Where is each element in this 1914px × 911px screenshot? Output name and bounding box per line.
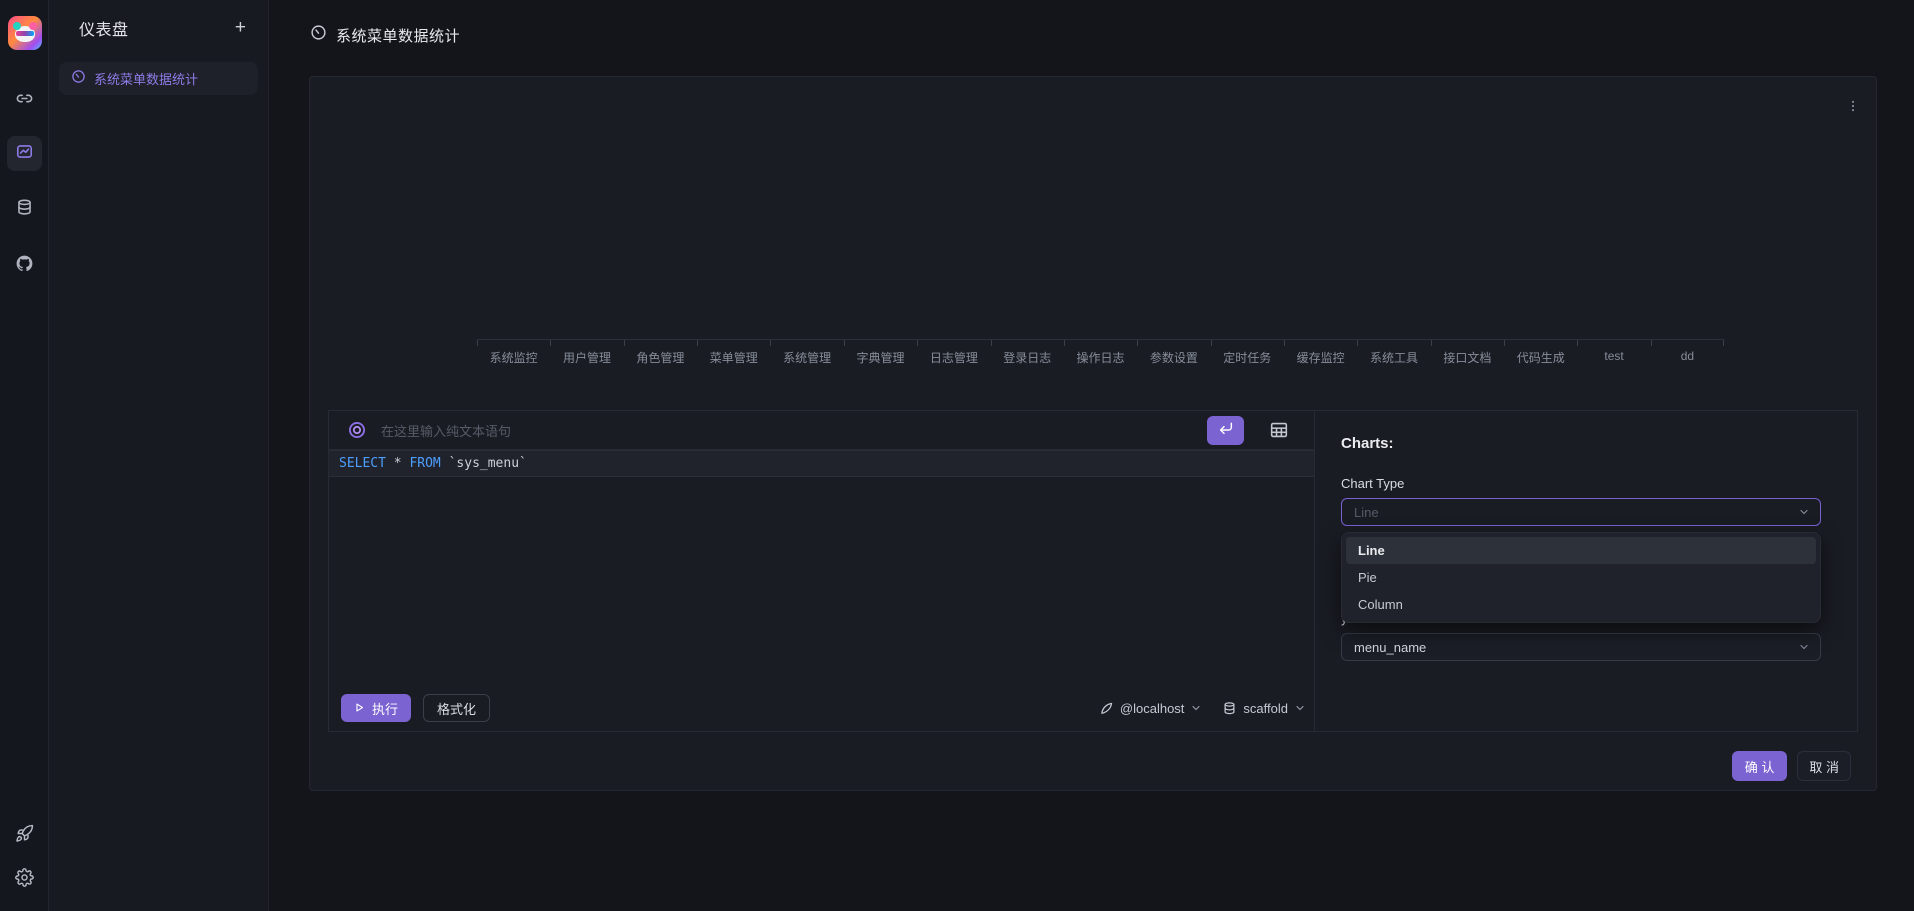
sql-code-line[interactable]: SELECT * FROM `sys_menu`: [329, 450, 1314, 477]
sql-token: FROM: [409, 456, 440, 471]
charts-config-panel: Charts: Chart Type Line yAxis menu_name …: [1315, 411, 1857, 731]
run-button[interactable]: 执行: [341, 694, 411, 722]
kebab-menu-icon[interactable]: [1842, 95, 1864, 117]
dashboard-chart-icon: [15, 142, 34, 166]
x-axis-category-label: 系统管理: [770, 340, 843, 369]
x-axis-category-label: 日志管理: [917, 340, 990, 369]
icon-rail: [0, 0, 49, 911]
rail-item-connections[interactable]: [7, 83, 42, 118]
dropdown-option[interactable]: Column: [1346, 591, 1816, 618]
x-axis-category-label: 代码生成: [1504, 340, 1577, 369]
app-logo[interactable]: [8, 16, 42, 50]
ai-prompt-icon: [347, 420, 367, 440]
chevron-down-icon: [1798, 641, 1810, 653]
chevron-down-icon: [1798, 506, 1810, 518]
yaxis-select[interactable]: menu_name: [1341, 633, 1821, 661]
github-icon: [15, 254, 34, 278]
sidebar-title: 仪表盘: [79, 16, 129, 40]
x-axis-category-label: 接口文档: [1431, 340, 1504, 369]
gear-icon: [15, 868, 34, 892]
rail-item-rocket[interactable]: [7, 818, 42, 853]
gauge-icon: [71, 69, 86, 89]
chart-type-dropdown: LinePieColumn: [1341, 532, 1821, 623]
panel-footer: 确 认 取 消: [1732, 751, 1851, 781]
chevron-down-icon: [1294, 702, 1306, 714]
panda-logo-glasses: [16, 31, 34, 36]
sql-token: `sys_menu`: [441, 456, 527, 471]
nl-prompt-input[interactable]: 在这里输入纯文本语句: [381, 421, 1193, 440]
x-axis-category-label: 定时任务: [1211, 340, 1284, 369]
x-axis-category-label: dd: [1651, 340, 1724, 369]
sidebar-item-label: 系统菜单数据统计: [94, 69, 198, 88]
x-axis-category-label: 缓存监控: [1284, 340, 1357, 369]
rail-item-dashboard[interactable]: [7, 136, 42, 171]
x-axis-category-label: test: [1577, 340, 1650, 369]
chart-type-label: Chart Type: [1341, 476, 1821, 491]
sql-token: SELECT: [339, 456, 386, 471]
connection-label: @localhost: [1120, 701, 1185, 716]
sidebar-item-dashboard-entry[interactable]: 系统菜单数据统计: [59, 62, 258, 95]
dropdown-option[interactable]: Line: [1346, 537, 1816, 564]
sql-token: *: [386, 456, 409, 471]
x-axis-category-label: 参数设置: [1137, 340, 1210, 369]
yaxis-value: menu_name: [1354, 640, 1426, 655]
x-axis-category-label: 用户管理: [550, 340, 623, 369]
x-axis-category-label: 菜单管理: [697, 340, 770, 369]
gauge-icon: [310, 24, 327, 46]
x-axis-category-label: 系统工具: [1357, 340, 1430, 369]
charts-panel-title: Charts:: [1341, 435, 1821, 452]
rail-item-github[interactable]: [7, 248, 42, 283]
connection-icon: [1099, 701, 1114, 716]
database-icon: [1222, 701, 1237, 716]
database-selector[interactable]: scaffold: [1222, 701, 1306, 716]
x-axis-category-label: 字典管理: [844, 340, 917, 369]
chart-type-value: Line: [1354, 505, 1379, 520]
page-header: 系统菜单数据统计: [310, 24, 460, 46]
submit-prompt-button[interactable]: [1207, 416, 1244, 445]
format-button-label: 格式化: [437, 699, 476, 718]
enter-return-icon: [1218, 420, 1234, 441]
x-axis-category-label: 角色管理: [624, 340, 697, 369]
run-button-label: 执行: [372, 699, 398, 718]
chevron-down-icon: [1190, 702, 1202, 714]
rail-item-database[interactable]: [7, 192, 42, 227]
database-icon: [15, 198, 34, 222]
sql-editor: 在这里输入纯文本语句 SELECT * FROM `sys_menu`: [329, 411, 1315, 731]
main-area: 系统菜单数据统计 系统监控用户管理角色管理菜单管理系统管理字典管理日志管理登录日…: [269, 0, 1914, 911]
cancel-button[interactable]: 取 消: [1797, 751, 1851, 781]
x-axis-category-label: 登录日志: [991, 340, 1064, 369]
editor-footer: 执行 格式化 @localhost scaffold: [341, 694, 1306, 722]
sidebar-header: 仪表盘 +: [49, 0, 268, 40]
database-label: scaffold: [1243, 701, 1288, 716]
dropdown-option[interactable]: Pie: [1346, 564, 1816, 591]
nl-prompt-bar: 在这里输入纯文本语句: [329, 411, 1314, 450]
rocket-icon: [15, 824, 34, 848]
confirm-button[interactable]: 确 认: [1732, 751, 1788, 781]
x-axis-category-label: 系统监控: [477, 340, 550, 369]
play-icon: [354, 701, 365, 716]
dashboard-card-panel: 系统监控用户管理角色管理菜单管理系统管理字典管理日志管理登录日志操作日志参数设置…: [309, 76, 1877, 791]
rail-item-settings[interactable]: [7, 862, 42, 897]
connection-selector[interactable]: @localhost: [1099, 701, 1203, 716]
chart-x-axis: 系统监控用户管理角色管理菜单管理系统管理字典管理日志管理登录日志操作日志参数设置…: [477, 339, 1724, 369]
x-axis-category-label: 操作日志: [1064, 340, 1137, 369]
chart-type-select[interactable]: Line: [1341, 498, 1821, 526]
add-dashboard-button[interactable]: +: [235, 19, 246, 37]
page-title: 系统菜单数据统计: [336, 25, 460, 46]
query-and-charts-section: 在这里输入纯文本语句 SELECT * FROM `sys_menu`: [328, 410, 1858, 732]
dashboard-sidebar: 仪表盘 + 系统菜单数据统计: [49, 0, 269, 911]
format-button[interactable]: 格式化: [423, 694, 490, 722]
result-table-icon[interactable]: [1268, 419, 1290, 441]
link-icon: [15, 89, 34, 113]
